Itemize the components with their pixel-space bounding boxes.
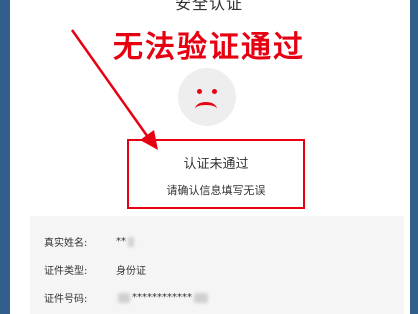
info-label: 真实姓名: bbox=[44, 238, 88, 249]
frown-mouth bbox=[195, 102, 217, 116]
info-label: 证件号码: bbox=[44, 294, 88, 305]
info-value-wrap: ** bbox=[116, 236, 136, 247]
right-eye bbox=[212, 89, 217, 94]
page-title: 安全认证 bbox=[174, 0, 243, 13]
info-value-wrap: ************ bbox=[116, 292, 210, 303]
result-callout-box: 认证未通过 请确认信息填写无误 bbox=[127, 139, 305, 209]
verification-hint: 请确认信息填写无误 bbox=[166, 184, 266, 197]
info-panel: 真实姓名: ** 证件类型: 身份证 证件号码: ************ bbox=[30, 216, 404, 314]
verification-status: 认证未通过 bbox=[183, 157, 249, 172]
redaction-mark bbox=[194, 292, 208, 303]
left-eye bbox=[197, 89, 202, 94]
annotation-headline: 无法验证通过 bbox=[113, 30, 305, 65]
info-row-doc-number: 证件号码: ************ bbox=[44, 290, 210, 305]
redaction-mark bbox=[118, 292, 130, 303]
info-row-doc-type: 证件类型: 身份证 bbox=[44, 262, 146, 277]
sad-face-icon bbox=[178, 68, 236, 126]
info-value: ** bbox=[116, 236, 126, 247]
info-row-name: 真实姓名: ** bbox=[44, 234, 136, 249]
info-label: 证件类型: bbox=[44, 266, 88, 277]
redaction-mark bbox=[128, 236, 134, 247]
info-value: ************ bbox=[132, 292, 192, 303]
info-value: 身份证 bbox=[116, 266, 146, 277]
